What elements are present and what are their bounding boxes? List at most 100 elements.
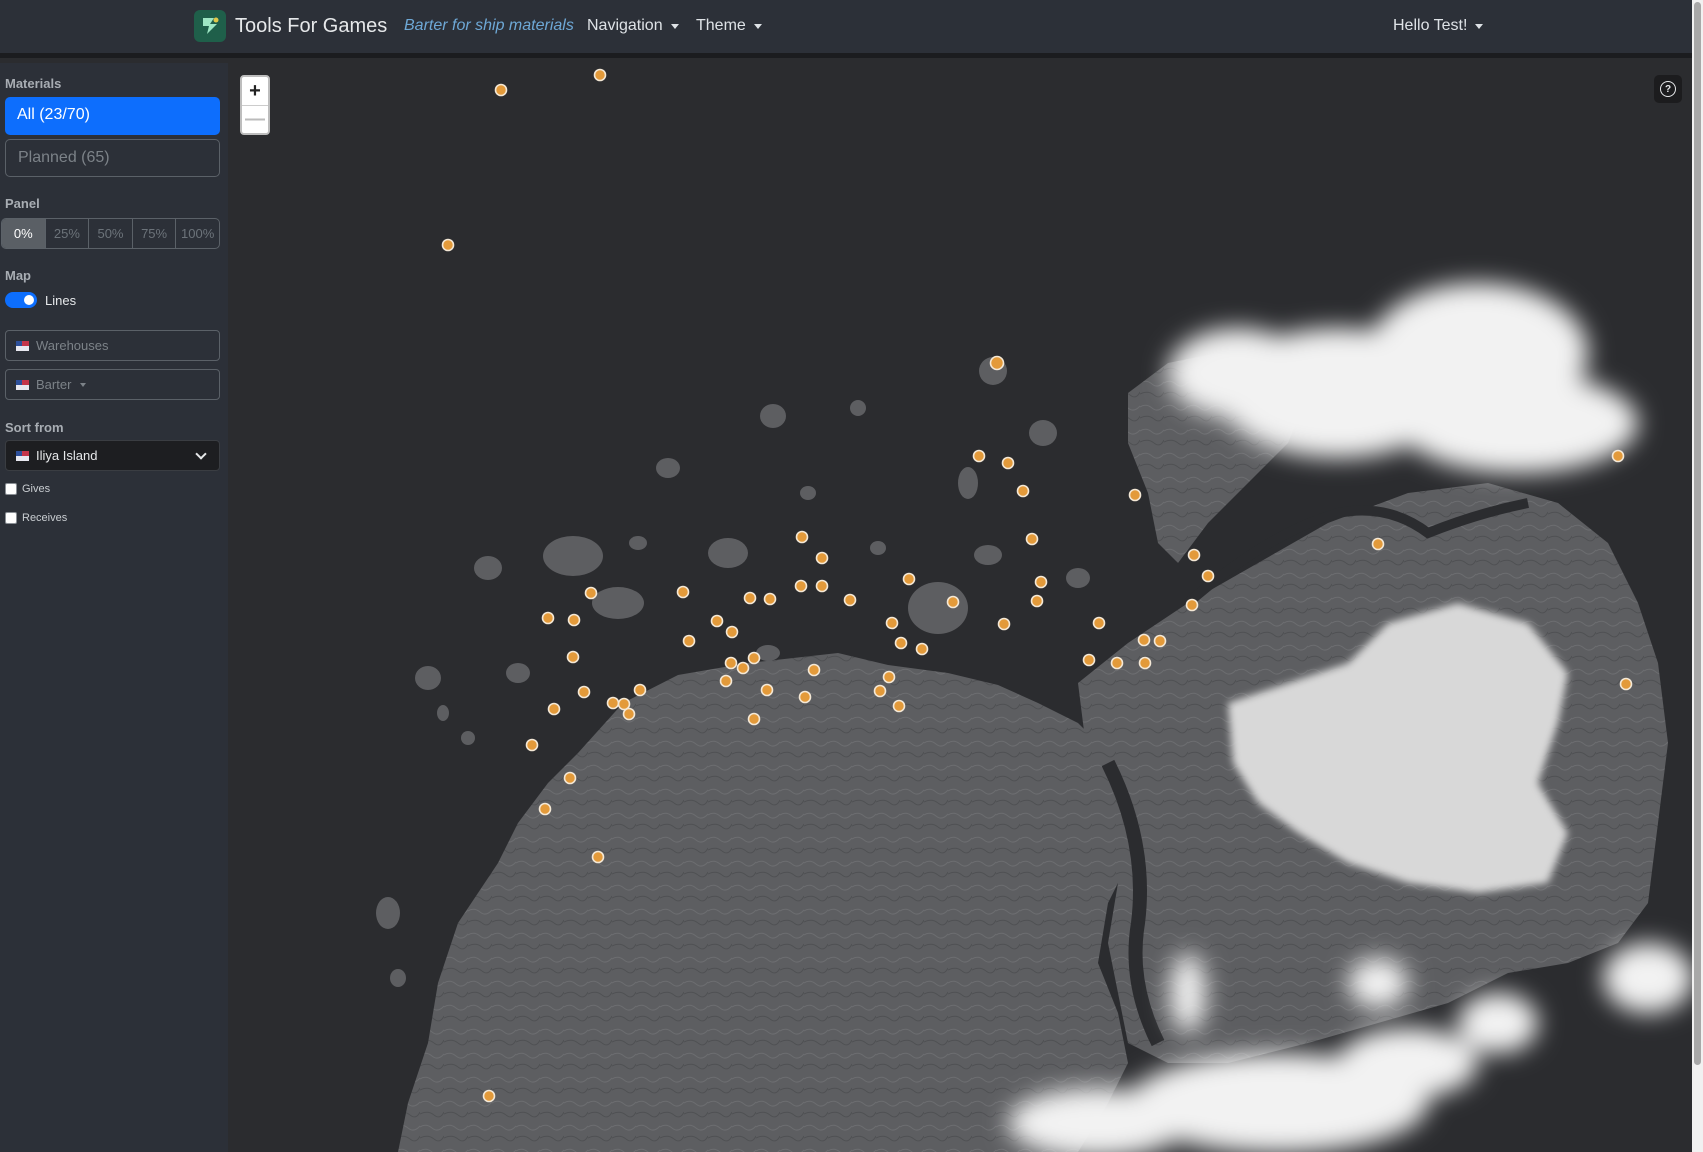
node-marker[interactable] [736,661,750,675]
node-marker[interactable] [989,355,1005,371]
node-marker[interactable] [1371,537,1385,551]
node-marker[interactable] [622,707,636,721]
sidebar: Materials All (23/70) Planned (65) Panel… [0,63,228,1152]
lines-toggle-switch[interactable] [5,292,37,308]
node-marker[interactable] [1001,456,1015,470]
node-marker[interactable] [1110,656,1124,670]
node-marker[interactable] [584,586,598,600]
panel-option-100[interactable]: 100% [175,219,219,248]
node-marker[interactable] [843,593,857,607]
node-marker[interactable] [743,591,757,605]
user-dropdown[interactable]: Hello Test! [1393,17,1484,35]
node-marker[interactable] [547,702,561,716]
panel-option-0[interactable]: 0% [2,219,45,248]
node-marker[interactable] [815,551,829,565]
node-marker[interactable] [1016,484,1030,498]
brand-logo-icon [194,10,226,42]
planned-materials-button[interactable]: Planned (65) [5,139,220,177]
map-canvas[interactable] [228,63,1692,1152]
brand-link[interactable]: Tools For Games [194,10,387,42]
node-marker[interactable] [760,683,774,697]
node-marker[interactable] [482,1089,496,1103]
node-marker[interactable] [885,616,899,630]
caret-down-icon [80,382,87,387]
node-marker[interactable] [724,656,738,670]
node-marker[interactable] [807,663,821,677]
barter-filter-input[interactable]: Barter [5,369,220,400]
node-marker[interactable] [525,738,539,752]
node-marker[interactable] [1025,532,1039,546]
gives-checkbox[interactable] [5,483,17,495]
nav-barter-link[interactable]: Barter for ship materials [404,17,574,35]
theme-dropdown[interactable]: Theme [696,17,762,35]
node-marker[interactable] [1137,633,1151,647]
panel-option-75[interactable]: 75% [131,219,176,248]
node-marker[interactable] [795,530,809,544]
node-marker[interactable] [894,636,908,650]
node-marker[interactable] [946,595,960,609]
sort-from-select[interactable]: Iliya Island [5,440,220,471]
node-marker[interactable] [633,683,647,697]
node-marker[interactable] [915,642,929,656]
node-marker[interactable] [577,685,591,699]
node-marker[interactable] [1138,656,1152,670]
node-marker[interactable] [1201,569,1215,583]
landmass-southwest [398,653,1133,1152]
node-marker[interactable] [815,579,829,593]
node-marker[interactable] [747,651,761,665]
help-button[interactable]: ? [1654,75,1682,103]
node-marker[interactable] [563,771,577,785]
node-marker[interactable] [567,613,581,627]
node-marker[interactable] [1034,575,1048,589]
panel-option-50[interactable]: 50% [88,219,132,248]
node-marker[interactable] [682,634,696,648]
world-map[interactable]: + — ? [228,63,1692,1152]
all-materials-button[interactable]: All (23/70) [5,97,220,135]
node-marker[interactable] [593,68,607,82]
node-marker[interactable] [972,449,986,463]
node-marker[interactable] [541,611,555,625]
sort-from-heading: Sort from [5,420,64,435]
flag-icon [16,450,29,461]
theme-label: Theme [696,17,746,34]
page-scrollbar[interactable] [1692,0,1703,1152]
node-marker[interactable] [1030,594,1044,608]
node-marker[interactable] [566,650,580,664]
node-marker[interactable] [494,83,508,97]
node-marker[interactable] [725,625,739,639]
node-marker[interactable] [1187,548,1201,562]
lines-toggle-label: Lines [45,292,77,308]
node-marker[interactable] [591,850,605,864]
node-marker[interactable] [794,579,808,593]
scrollbar-thumb[interactable] [1694,2,1701,1065]
node-marker[interactable] [719,674,733,688]
node-marker[interactable] [676,585,690,599]
barter-placeholder: Barter [36,377,72,392]
node-marker[interactable] [902,572,916,586]
warehouses-filter-input[interactable]: Warehouses [5,330,220,361]
node-marker[interactable] [1611,449,1625,463]
zoom-out-button[interactable]: — [242,105,268,133]
node-marker[interactable] [1619,677,1633,691]
panel-option-25[interactable]: 25% [44,219,89,248]
node-marker[interactable] [873,684,887,698]
node-marker[interactable] [892,699,906,713]
node-marker[interactable] [710,614,724,628]
node-marker[interactable] [747,712,761,726]
node-marker[interactable] [882,670,896,684]
node-marker[interactable] [1128,488,1142,502]
node-marker[interactable] [763,592,777,606]
node-marker[interactable] [538,802,552,816]
node-marker[interactable] [1092,616,1106,630]
node-marker[interactable] [606,696,620,710]
node-marker[interactable] [1082,653,1096,667]
node-marker[interactable] [1185,598,1199,612]
receives-checkbox[interactable] [5,512,17,524]
navigation-dropdown[interactable]: Navigation [587,17,679,35]
node-marker[interactable] [798,690,812,704]
node-marker[interactable] [1153,634,1167,648]
node-marker[interactable] [441,238,455,252]
flag-icon [16,379,29,390]
node-marker[interactable] [997,617,1011,631]
zoom-in-button[interactable]: + [242,77,268,105]
